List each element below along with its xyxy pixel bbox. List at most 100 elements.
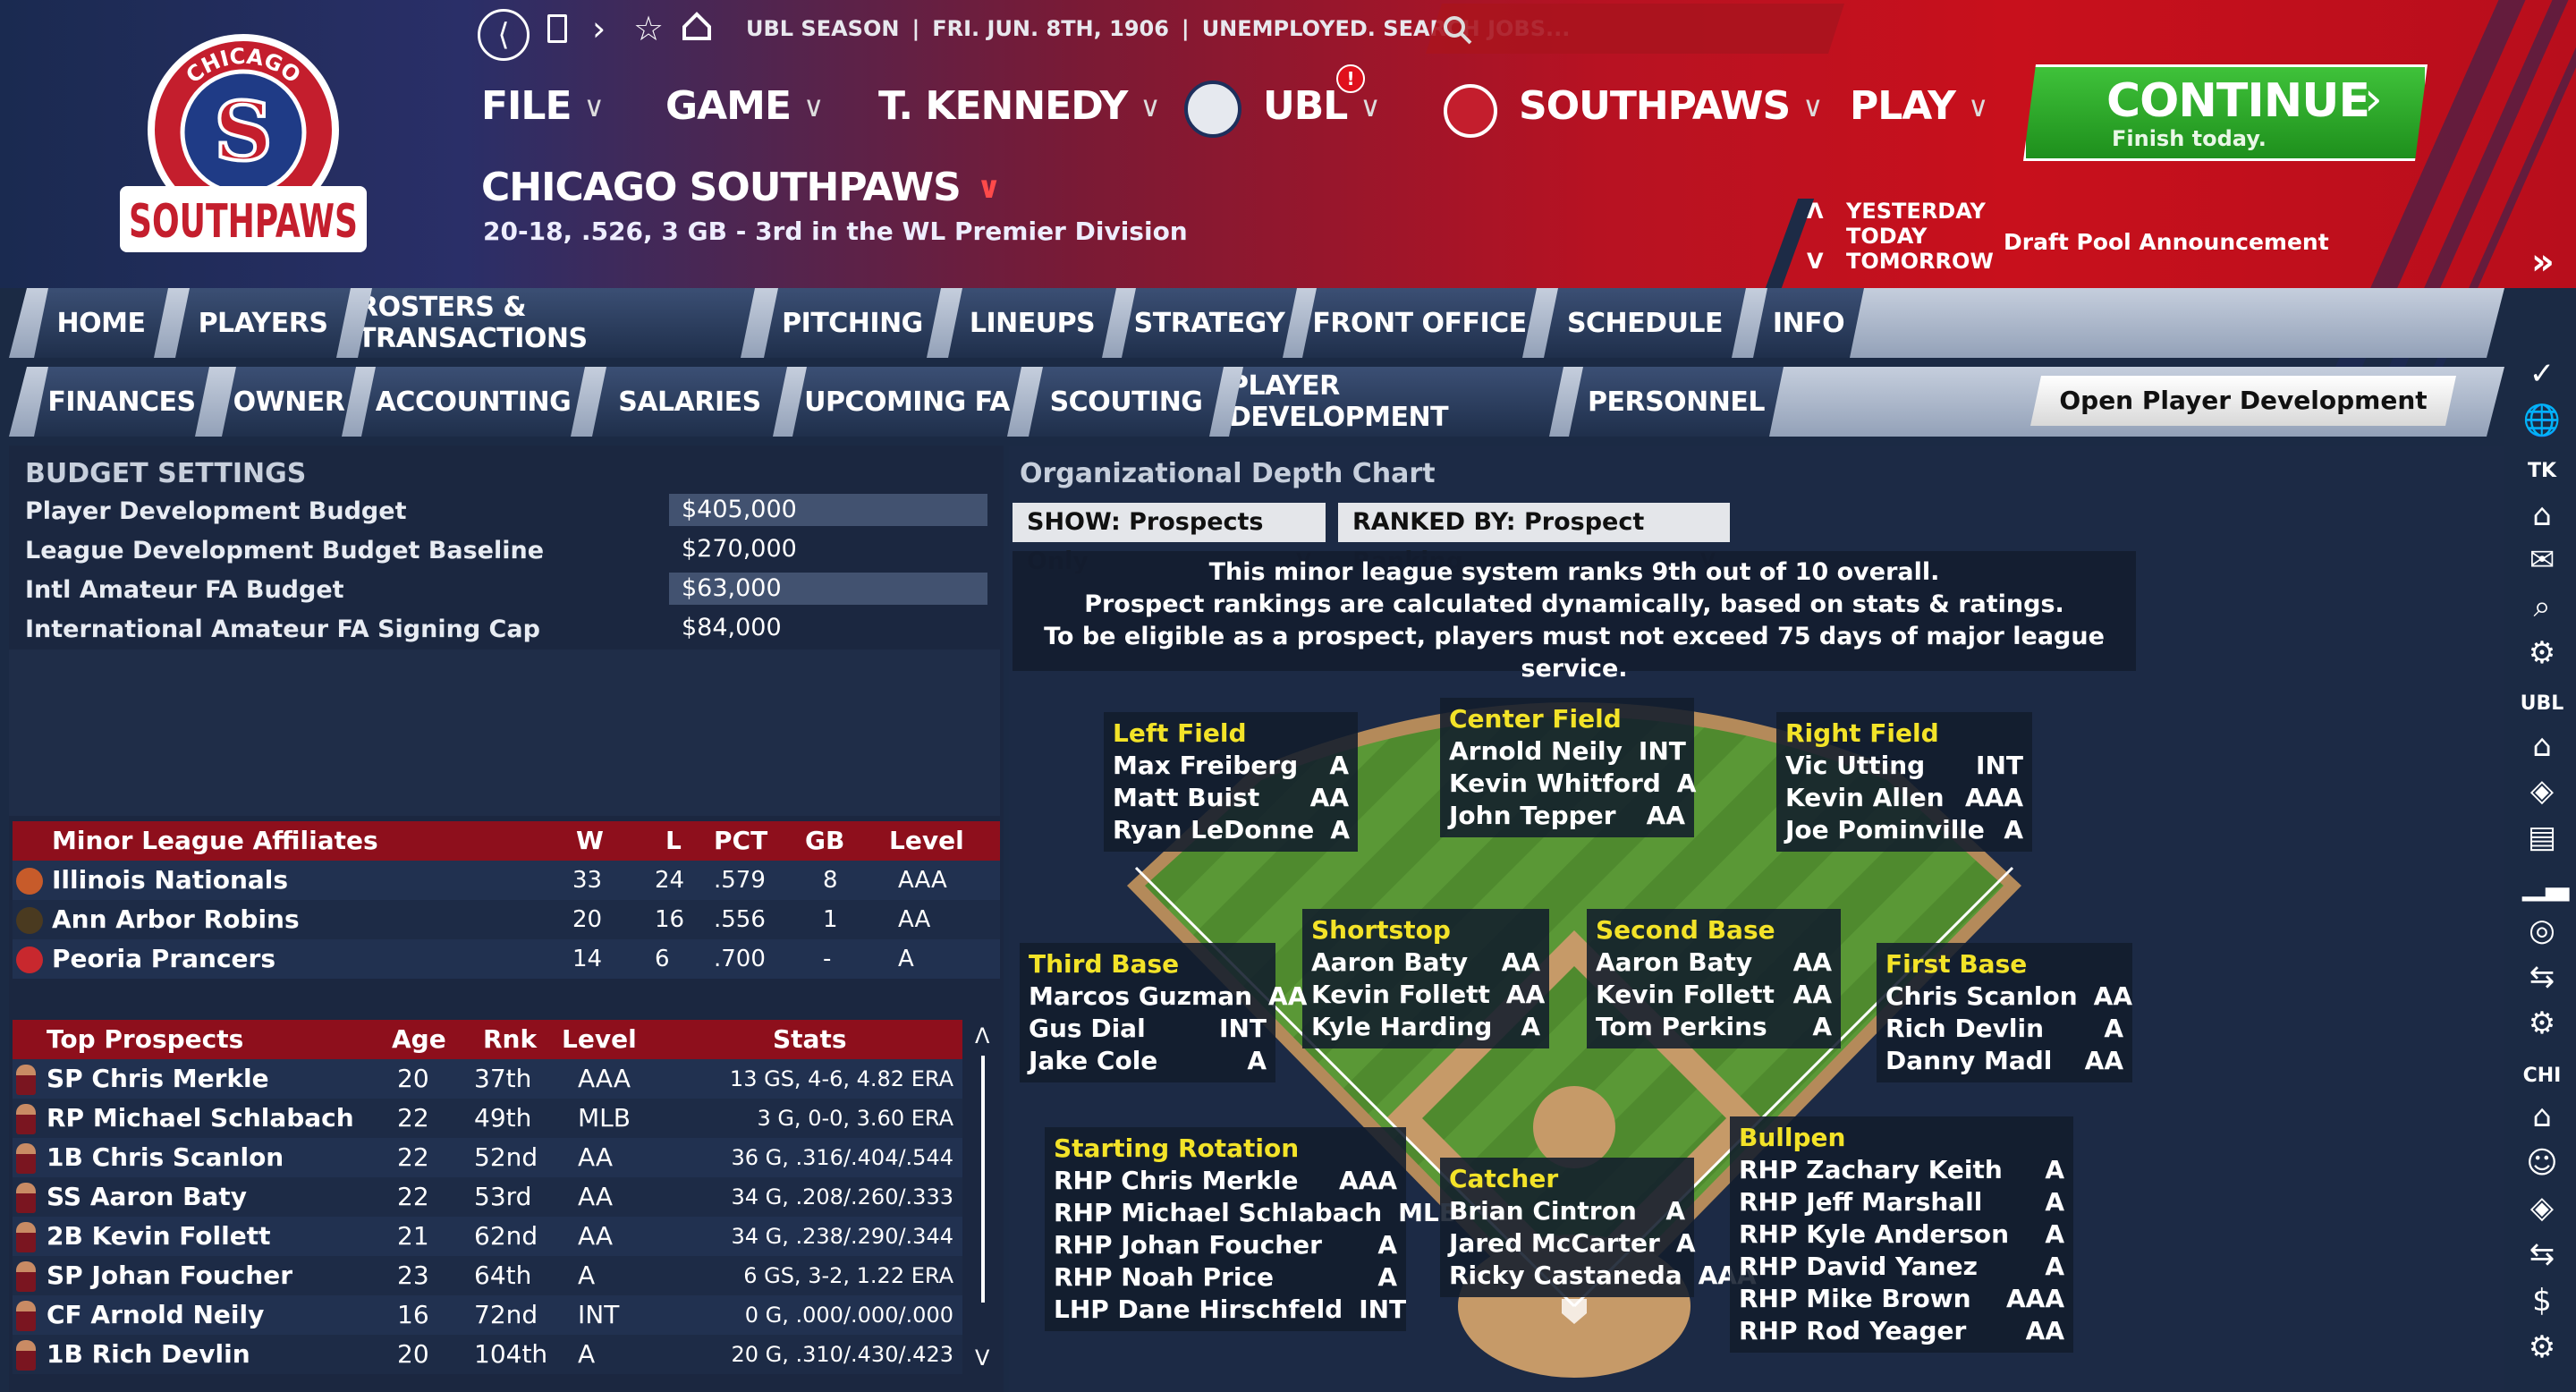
tab-schedule[interactable]: SCHEDULE [1544,288,1746,358]
mail-icon[interactable]: ✉ [2522,540,2562,580]
prospect-row[interactable]: SP Johan Foucher 23 64th A 6 GS, 3-2, 1.22 E… [13,1256,962,1295]
menu-league[interactable]: UBL ∨ [1263,83,1381,129]
depth-player[interactable]: RHP David Yanez A [1739,1251,2064,1283]
affiliates-col-pct[interactable]: PCT [714,821,767,861]
tab-lineups[interactable]: LINEUPS [948,288,1116,358]
scroll-up-icon[interactable]: Λ [975,1023,989,1048]
transactions-icon[interactable]: ⇆ [2522,1235,2562,1274]
depth-player-name[interactable]: Arnold Neily [1449,735,1623,768]
depth-player[interactable]: Marcos Guzman AA [1029,980,1307,1013]
depth-player-name[interactable]: Kevin Follett [1311,979,1490,1011]
prospect-row[interactable]: RP Michael Schlabach 22 49th MLB 3 G, 0-0, 3… [13,1099,962,1138]
depth-player[interactable]: Kevin Follett AA [1311,979,1545,1011]
depth-player-name[interactable]: RHP Zachary Keith [1739,1154,2003,1186]
depth-player-name[interactable]: Jared McCarter [1449,1227,1660,1260]
prospects-col-rnk[interactable]: Rnk [483,1020,537,1059]
depth-player[interactable]: Tom Perkins A [1596,1011,1832,1043]
home-icon[interactable]: ⌂ [2522,726,2562,766]
show-filter-dropdown[interactable]: SHOW: Prospects OnlyV [1013,503,1326,575]
depth-player[interactable]: Aaron Baty AA [1311,946,1540,979]
prospects-col-level[interactable]: Level [562,1020,637,1059]
depth-player-name[interactable]: Joe Pominville [1785,814,1985,846]
depth-player[interactable]: Ricky Castaneda AAA [1449,1260,1757,1292]
depth-player[interactable]: Kevin Allen AAA [1785,782,2023,814]
prospect-name[interactable]: 1B Chris Scanlon [47,1138,284,1177]
depth-player-name[interactable]: Kevin Whitford [1449,768,1661,800]
prospect-name[interactable]: 1B Rich Devlin [47,1335,250,1374]
search-input[interactable] [1485,11,1807,47]
depth-player[interactable]: RHP Johan Foucher A [1054,1229,1397,1261]
subtab-scouting[interactable]: SCOUTING [1029,367,1224,437]
depth-player-name[interactable]: Kevin Follett [1596,979,1775,1011]
subtab-upcoming-fa[interactable]: UPCOMING FA [792,367,1021,437]
star-icon[interactable]: ☆ [633,9,664,48]
affiliates-col-l[interactable]: L [665,821,682,861]
tab-front-office[interactable]: FRONT OFFICE [1302,288,1537,358]
depth-player-name[interactable]: Rich Devlin [1885,1013,2044,1045]
roster-icon[interactable]: ☺ [2522,1143,2562,1183]
depth-player[interactable]: Vic Utting INT [1785,750,2023,782]
depth-player-name[interactable]: RHP Mike Brown [1739,1283,1971,1315]
home-icon[interactable]: ⌂ [2522,1097,2562,1136]
depth-player[interactable]: Matt Buist AA [1113,782,1349,814]
depth-player[interactable]: Jake Cole A [1029,1045,1267,1077]
depth-player[interactable]: RHP Jeff Marshall A [1739,1186,2064,1218]
depth-player[interactable]: Aaron Baty AA [1596,946,1832,979]
prospect-name[interactable]: SP Johan Foucher [47,1256,292,1295]
prospect-name[interactable]: RP Michael Schlabach [47,1099,354,1138]
depth-player[interactable]: RHP Rod Yeager AA [1739,1315,2064,1347]
menu-game[interactable]: GAME ∨ [665,83,824,129]
transactions-icon[interactable]: ⇆ [2522,957,2562,997]
depth-player[interactable]: RHP Noah Price A [1054,1261,1397,1294]
subtab-owner[interactable]: OWNER [222,367,356,437]
bookmark-icon[interactable] [547,14,567,43]
bar-chart-icon[interactable]: ▁▃ [2522,864,2569,904]
menu-play[interactable]: PLAY ∨ [1850,83,1988,129]
depth-player[interactable]: Kevin Follett AA [1596,979,1832,1011]
depth-player-name[interactable]: Jake Cole [1029,1045,1157,1077]
budget-value[interactable]: $63,000 [669,573,987,605]
affiliates-col-gb[interactable]: GB [805,821,844,861]
depth-player-name[interactable]: Gus Dial [1029,1013,1146,1045]
depth-player[interactable]: John Tepper AA [1449,800,1685,832]
tab-rosters-transactions[interactable]: ROSTERS & TRANSACTIONS [358,288,755,358]
depth-player-name[interactable]: RHP Rod Yeager [1739,1315,1966,1347]
depth-player-name[interactable]: RHP Chris Merkle [1054,1165,1298,1197]
tab-pitching[interactable]: PITCHING [764,288,941,358]
search-bar[interactable] [1426,4,1844,54]
affiliate-row[interactable]: Illinois Nationals 33 24 .579 8 AAA [13,861,1000,900]
globe-icon[interactable]: 🌐 [2522,401,2562,440]
scrollbar[interactable]: Λ V [975,1023,993,1372]
scroll-down-icon[interactable]: V [975,1345,989,1371]
tab-info[interactable]: INFO [1753,288,1864,358]
menu-file[interactable]: FILE ∨ [481,83,605,129]
location-icon[interactable]: ◈ [2522,1188,2562,1227]
depth-player-name[interactable]: RHP David Yanez [1739,1251,1978,1283]
team-title[interactable]: CHICAGO SOUTHPAWS ∨ [481,165,1001,210]
team-logo[interactable]: CHICAGO S SOUTHPAWS [107,27,376,259]
prospect-row[interactable]: 2B Kevin Follett 21 62nd AA 34 G, .238/.290/… [13,1217,962,1256]
depth-player[interactable]: Brian Cintron A [1449,1195,1685,1227]
depth-player-name[interactable]: LHP Dane Hirschfeld [1054,1294,1343,1326]
depth-player[interactable]: RHP Zachary Keith A [1739,1154,2064,1186]
gear-icon[interactable]: ⚙ [2522,633,2562,673]
prospect-name[interactable]: SP Chris Merkle [47,1059,269,1099]
depth-player[interactable]: Danny Madl AA [1885,1045,2123,1077]
affiliates-col-level[interactable]: Level [889,821,964,861]
today-link[interactable]: TODAY [1807,224,1994,249]
news-icon[interactable]: ▤ [2522,818,2562,857]
depth-player-name[interactable]: Marcos Guzman [1029,980,1252,1013]
depth-player-name[interactable]: RHP Noah Price [1054,1261,1274,1294]
depth-player[interactable]: Arnold Neily INT [1449,735,1686,768]
depth-player[interactable]: Ryan LeDonne A [1113,814,1350,846]
subtab-personnel[interactable]: PERSONNEL [1569,367,1784,437]
prospect-name[interactable]: 2B Kevin Follett [47,1217,270,1256]
depth-player-name[interactable]: Vic Utting [1785,750,1925,782]
gear-icon[interactable]: ⚙ [2522,1004,2562,1043]
affiliate-row[interactable]: Peoria Prancers 14 6 .700 - A [13,939,1000,979]
prospect-row[interactable]: CF Arnold Neily 16 72nd INT 0 G, .000/.000/.… [13,1295,962,1335]
ranked-by-dropdown[interactable]: RANKED BY: Prospect RankingV [1338,503,1730,575]
depth-player[interactable]: Max Freiberg A [1113,750,1349,782]
depth-player-name[interactable]: Tom Perkins [1596,1011,1767,1043]
budget-value[interactable]: $405,000 [669,494,987,526]
